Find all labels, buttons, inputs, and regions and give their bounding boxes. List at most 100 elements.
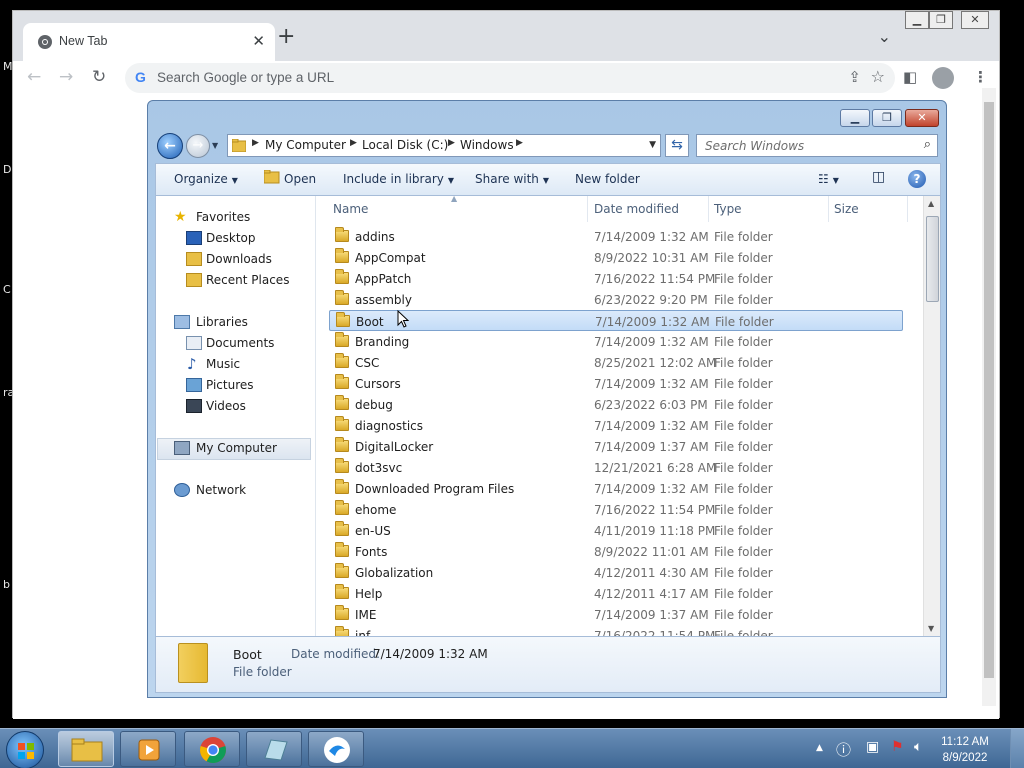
include-in-library-button[interactable]: Include in library ▼ — [343, 172, 454, 186]
info-icon[interactable]: ⓘ — [836, 739, 851, 760]
address-dropdown-icon[interactable]: ▼ — [649, 140, 656, 150]
back-button[interactable]: ← — [157, 133, 183, 159]
explorer-minimize-button[interactable]: ▁ — [840, 109, 870, 127]
nav-documents[interactable]: Documents — [206, 336, 274, 350]
new-tab-button[interactable]: + — [277, 26, 295, 48]
open-button[interactable]: Open — [284, 172, 316, 186]
nav-music[interactable]: Music — [206, 357, 240, 371]
nav-videos[interactable]: Videos — [206, 399, 246, 413]
table-row[interactable]: Cursors 7/14/2009 1:32 AM File folder — [329, 373, 903, 394]
table-row[interactable]: Boot 7/14/2009 1:32 AM File folder — [329, 310, 903, 331]
chrome-page-scrollbar[interactable] — [982, 88, 996, 706]
address-bar[interactable]: ▶ My Computer ▶ Local Disk (C:) ▶ Window… — [227, 134, 661, 157]
help-icon[interactable]: ? — [908, 170, 926, 188]
taskbar-explorer-button[interactable] — [58, 731, 114, 767]
share-with-button[interactable]: Share with ▼ — [475, 172, 549, 186]
side-panel-icon[interactable]: ◧ — [903, 68, 917, 86]
scroll-down-icon[interactable]: ▼ — [928, 624, 934, 633]
bookmark-star-icon[interactable]: ☆ — [871, 67, 885, 86]
omnibox[interactable]: G Search Google or type a URL ⇪ ☆ — [125, 63, 895, 93]
preview-pane-icon[interactable]: ◫ — [872, 169, 885, 185]
back-arrow-icon[interactable]: ← — [27, 67, 41, 87]
explorer-close-button[interactable]: ✕ — [905, 109, 939, 127]
chrome-close-button[interactable]: ✕ — [961, 11, 989, 29]
taskbar-notepad-button[interactable] — [246, 731, 302, 767]
refresh-icon[interactable]: ⇆ — [665, 134, 689, 157]
table-row[interactable]: addins 7/14/2009 1:32 AM File folder — [329, 226, 903, 247]
table-row[interactable]: Downloaded Program Files 7/14/2009 1:32 A… — [329, 478, 903, 499]
chrome-tab-strip: New Tab ✕ + ⌄ ▁ ❐ ✕ — [13, 11, 999, 61]
tab-close-icon[interactable]: ✕ — [252, 32, 265, 50]
show-desktop-button[interactable] — [1010, 729, 1024, 768]
forward-arrow-icon[interactable]: → — [59, 67, 73, 87]
taskbar-app-button[interactable] — [308, 731, 364, 767]
share-label: Share with — [475, 172, 539, 186]
explorer-body: ★ Favorites Desktop Downloads Recent Pla… — [155, 194, 941, 637]
history-dropdown-icon[interactable]: ▼ — [212, 141, 218, 150]
reload-icon[interactable]: ↻ — [92, 67, 106, 87]
search-input[interactable]: Search Windows ⌕ — [696, 134, 938, 157]
table-row[interactable]: Help 4/12/2011 4:17 AM File folder — [329, 583, 903, 604]
nav-pictures[interactable]: Pictures — [206, 378, 254, 392]
nav-downloads[interactable]: Downloads — [206, 252, 272, 266]
scrollbar-thumb[interactable] — [984, 102, 994, 678]
nav-recent-places[interactable]: Recent Places — [206, 273, 289, 287]
action-center-icon[interactable]: ⚑ — [891, 739, 904, 755]
taskbar-chrome-button[interactable] — [184, 731, 240, 767]
breadcrumb-separator-icon[interactable]: ▶ — [350, 138, 357, 148]
table-row[interactable]: assembly 6/23/2022 9:20 PM File folder — [329, 289, 903, 310]
table-row[interactable]: Fonts 8/9/2022 11:01 AM File folder — [329, 541, 903, 562]
table-row[interactable]: IME 7/14/2009 1:37 AM File folder — [329, 604, 903, 625]
nav-network[interactable]: Network — [196, 483, 246, 497]
network-tray-icon[interactable]: ▣ — [866, 739, 879, 755]
taskbar-clock[interactable]: 11:12 AM 8/9/2022 — [930, 734, 1000, 766]
share-icon[interactable]: ⇪ — [848, 68, 861, 86]
table-row[interactable]: Globalization 4/12/2011 4:30 AM File folde… — [329, 562, 903, 583]
scrollbar-thumb[interactable] — [926, 216, 939, 302]
breadcrumb-local-disk[interactable]: Local Disk (C:) — [362, 138, 448, 152]
view-options-icon[interactable]: ☷ ▼ — [818, 172, 839, 186]
taskbar-media-player-button[interactable] — [120, 731, 176, 767]
chrome-tab-new-tab[interactable]: New Tab ✕ — [23, 23, 275, 61]
nav-favorites[interactable]: Favorites — [196, 210, 250, 224]
table-row[interactable]: diagnostics 7/14/2009 1:32 AM File folder — [329, 415, 903, 436]
forward-button[interactable]: → — [186, 134, 210, 158]
table-row[interactable]: Branding 7/14/2009 1:32 AM File folder — [329, 331, 903, 352]
table-row[interactable]: DigitalLocker 7/14/2009 1:37 AM File folde… — [329, 436, 903, 457]
new-folder-button[interactable]: New folder — [575, 172, 640, 186]
table-row[interactable]: en-US 4/11/2019 11:18 PM File folder — [329, 520, 903, 541]
organize-button[interactable]: Organize ▼ — [174, 172, 238, 186]
tray-expand-icon[interactable]: ▲ — [816, 743, 823, 753]
table-row[interactable]: CSC 8/25/2021 12:02 AM File folder — [329, 352, 903, 373]
tab-search-icon[interactable]: ⌄ — [878, 27, 891, 46]
breadcrumb-windows[interactable]: Windows — [460, 138, 514, 152]
search-icon[interactable]: ⌕ — [924, 137, 931, 152]
file-list-scrollbar[interactable]: ▲ ▼ — [923, 196, 940, 636]
details-type: File folder — [233, 665, 292, 679]
volume-icon[interactable]: 🔈︎ — [914, 739, 922, 755]
table-row[interactable]: AppPatch 7/16/2022 11:54 PM File folder — [329, 268, 903, 289]
profile-avatar[interactable] — [932, 67, 954, 89]
chrome-maximize-button[interactable]: ❐ — [929, 11, 953, 29]
nav-libraries[interactable]: Libraries — [196, 315, 248, 329]
breadcrumb-my-computer[interactable]: My Computer — [265, 138, 346, 152]
breadcrumb-separator-icon[interactable]: ▶ — [516, 138, 523, 148]
chrome-minimize-button[interactable]: ▁ — [905, 11, 929, 29]
table-row[interactable]: AppCompat 8/9/2022 10:31 AM File folder — [329, 247, 903, 268]
table-row[interactable]: debug 6/23/2022 6:03 PM File folder — [329, 394, 903, 415]
nav-my-computer[interactable]: My Computer — [196, 441, 277, 455]
file-type: File folder — [714, 377, 773, 391]
folder-icon — [335, 584, 349, 599]
start-button[interactable] — [6, 731, 44, 768]
nav-desktop[interactable]: Desktop — [206, 231, 256, 245]
desktop-icon-label: b — [3, 578, 10, 591]
explorer-maximize-button[interactable]: ❐ — [872, 109, 902, 127]
breadcrumb-separator-icon[interactable]: ▶ — [448, 138, 455, 148]
chrome-menu-icon[interactable]: ⋮ — [973, 68, 988, 86]
details-date-label: Date modified: — [291, 647, 381, 661]
breadcrumb-separator-icon[interactable]: ▶ — [252, 138, 259, 148]
scroll-up-icon[interactable]: ▲ — [928, 199, 934, 208]
table-row[interactable]: dot3svc 12/21/2021 6:28 AM File folder — [329, 457, 903, 478]
table-row[interactable]: inf 7/16/2022 11:54 PM File folder — [329, 625, 903, 636]
table-row[interactable]: ehome 7/16/2022 11:54 PM File folder — [329, 499, 903, 520]
